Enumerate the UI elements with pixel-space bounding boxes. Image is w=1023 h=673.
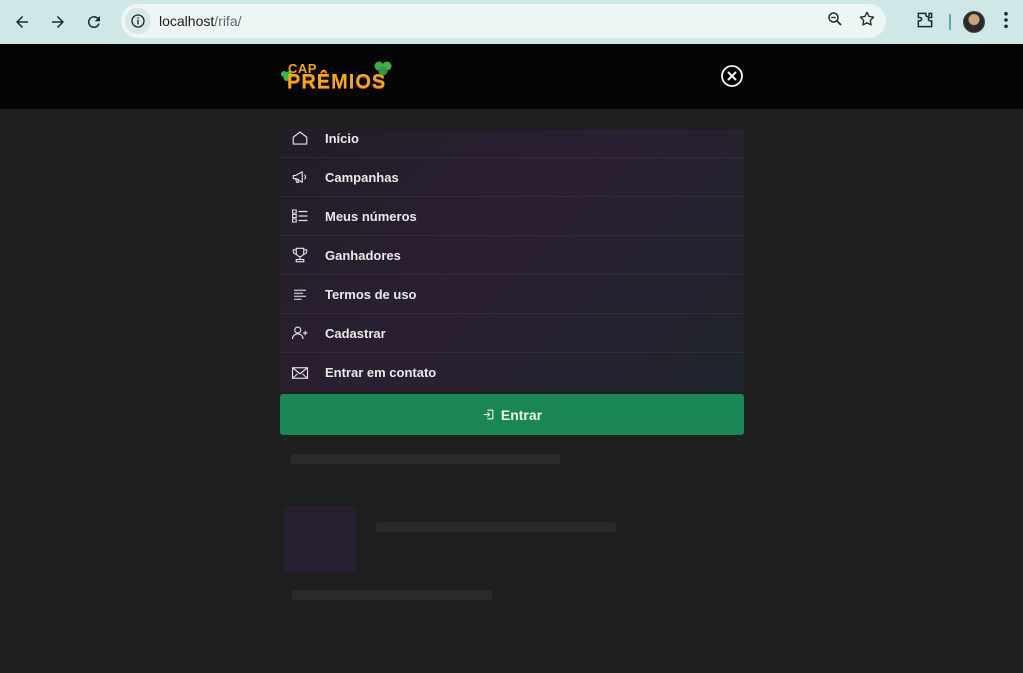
text-lines-icon — [280, 275, 325, 314]
clover-right-icon — [374, 61, 392, 76]
login-button[interactable]: Entrar — [280, 394, 744, 435]
extensions-icon[interactable] — [915, 10, 935, 35]
back-arrow-icon[interactable] — [4, 4, 40, 40]
site-logo[interactable]: CAP PRÊMIOS — [280, 61, 398, 93]
url-text: localhost/rifa/ — [159, 13, 242, 29]
menu-item-cadastrar[interactable]: Cadastrar — [280, 314, 744, 353]
menu-item-label: Cadastrar — [325, 325, 386, 341]
close-menu-button[interactable] — [720, 64, 744, 88]
home-icon — [280, 119, 325, 158]
checklist-icon — [280, 197, 325, 236]
toolbar-divider — [949, 14, 951, 30]
login-icon — [483, 409, 494, 420]
site-info-icon[interactable] — [125, 8, 151, 34]
background-text-line — [290, 454, 560, 464]
close-circle-icon — [721, 65, 743, 87]
login-button-label: Entrar — [500, 406, 543, 423]
menu-item-label: Ganhadores — [325, 247, 401, 263]
trophy-icon — [280, 236, 325, 275]
menu-item-meus-numeros[interactable]: Meus números — [280, 197, 744, 236]
forward-arrow-icon[interactable] — [40, 4, 76, 40]
menu-item-label: Termos de uso — [325, 286, 417, 302]
background-text-line — [376, 522, 616, 532]
bookmark-star-icon[interactable] — [858, 10, 876, 33]
page: CAP PRÊMIOS Início Campanhas Meus número… — [0, 44, 1023, 673]
megaphone-icon — [280, 158, 325, 197]
campaign-card-image — [284, 506, 356, 572]
zoom-icon[interactable] — [826, 10, 844, 33]
menu-item-termos-de-uso[interactable]: Termos de uso — [280, 275, 744, 314]
reload-icon[interactable] — [76, 4, 112, 40]
menu-item-inicio[interactable]: Início — [280, 119, 744, 158]
mobile-nav-menu: Início Campanhas Meus números Ganhadores… — [280, 119, 744, 392]
menu-item-label: Entrar em contato — [325, 365, 437, 380]
menu-item-campanhas[interactable]: Campanhas — [280, 158, 744, 197]
url-host: localhost — [159, 13, 215, 29]
profile-avatar[interactable] — [963, 11, 985, 33]
menu-item-entrar-em-contato[interactable]: Entrar em contato — [280, 353, 744, 392]
kebab-menu-icon[interactable] — [1003, 11, 1009, 34]
menu-item-ganhadores[interactable]: Ganhadores — [280, 236, 744, 275]
url-path: /rifa/ — [214, 13, 242, 29]
browser-toolbar: localhost/rifa/ — [0, 0, 1023, 44]
site-header: CAP PRÊMIOS — [0, 44, 1023, 109]
envelope-icon — [280, 353, 325, 392]
menu-item-label: Campanhas — [325, 169, 399, 185]
menu-item-label: Início — [325, 130, 359, 146]
background-text-line — [292, 590, 492, 600]
menu-item-label: Meus números — [325, 208, 417, 224]
user-plus-icon — [280, 314, 325, 353]
address-bar[interactable]: localhost/rifa/ — [121, 4, 886, 38]
